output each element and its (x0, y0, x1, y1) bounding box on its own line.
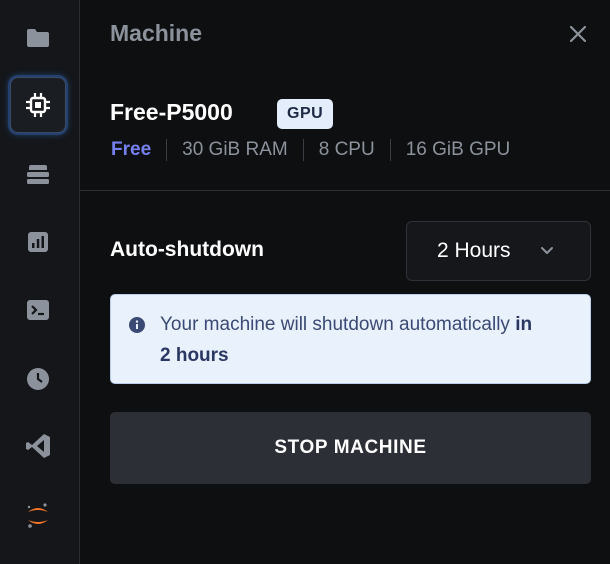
clock-icon (27, 368, 49, 390)
sidebar-item-machine[interactable] (10, 77, 66, 133)
sidebar-item-metrics[interactable] (10, 214, 66, 270)
folder-icon (27, 29, 49, 47)
close-button[interactable] (566, 22, 590, 46)
spec-divider (166, 139, 168, 161)
vscode-icon (26, 434, 50, 458)
tier-label: Free (111, 139, 152, 160)
cpu-icon (26, 93, 50, 117)
panel-title: Machine (110, 20, 203, 46)
sidebar-item-terminal[interactable] (10, 282, 66, 338)
stack-icon (27, 165, 49, 184)
spec-divider (302, 139, 304, 161)
jupyter-icon (27, 503, 48, 528)
shutdown-info-text: Your machine will shutdown automatically… (160, 309, 540, 371)
spec-divider (389, 139, 391, 161)
close-icon (570, 26, 586, 42)
cpu-spec: 8 CPU (318, 139, 375, 160)
sidebar-item-files[interactable] (10, 10, 66, 66)
shutdown-info-box: Your machine will shutdown automatically… (110, 294, 591, 384)
machine-specs: Free 30 GiB RAM 8 CPU 16 GiB GPU (111, 137, 510, 163)
machine-name: Free-P5000 (110, 99, 233, 125)
info-text-prefix: Your machine will shutdown automatically (160, 314, 516, 335)
sidebar-item-storage[interactable] (10, 146, 66, 202)
sidebar-item-vscode[interactable] (10, 418, 66, 474)
auto-shutdown-value: 2 Hours (437, 239, 511, 262)
terminal-icon (27, 300, 49, 320)
section-divider (80, 190, 610, 191)
info-icon (129, 317, 145, 333)
machine-panel: Machine Free-P5000 GPU Free 30 GiB RAM 8… (80, 0, 610, 564)
sidebar-item-history[interactable] (10, 351, 66, 407)
chevron-down-icon (541, 247, 553, 254)
gpu-spec: 16 GiB GPU (405, 139, 511, 160)
auto-shutdown-select[interactable]: 2 Hours (406, 221, 591, 281)
auto-shutdown-label: Auto-shutdown (110, 238, 264, 261)
gpu-badge: GPU (277, 99, 334, 129)
ram-spec: 30 GiB RAM (182, 139, 288, 160)
sidebar (0, 0, 80, 564)
stop-machine-button[interactable]: STOP MACHINE (110, 412, 591, 484)
bar-chart-icon (28, 232, 48, 252)
sidebar-item-jupyter[interactable] (10, 488, 66, 544)
